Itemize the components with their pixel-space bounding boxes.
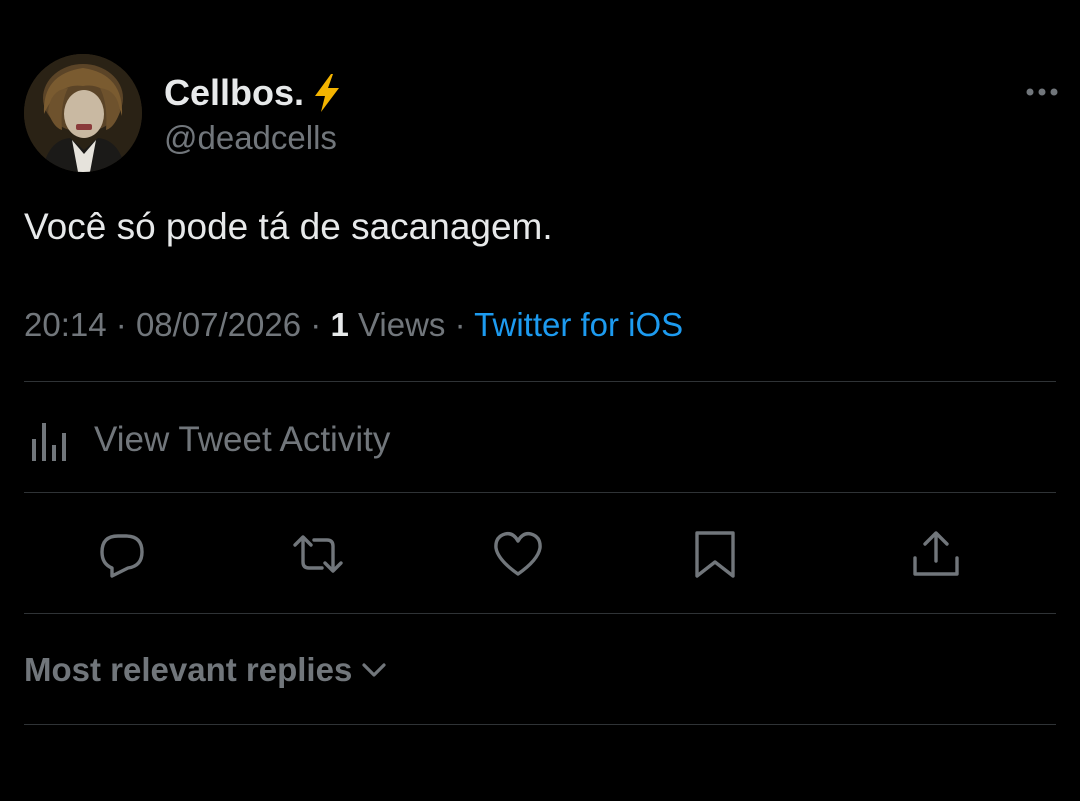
tweet-date: 08/07/2026 xyxy=(135,306,302,343)
more-options-button[interactable] xyxy=(1022,80,1062,104)
author-display-name[interactable]: Cellbos. xyxy=(164,72,344,114)
divider xyxy=(24,381,1056,382)
tweet-text: Você só pode tá de sacanagem. xyxy=(24,206,553,247)
tweet-meta: 20:14 · 08/07/2026 · 1 Views · Twitter f… xyxy=(24,306,683,344)
bookmark-icon xyxy=(695,531,735,578)
meta-separator: · xyxy=(310,306,331,343)
divider xyxy=(24,492,1056,493)
divider xyxy=(24,613,1056,614)
bookmark-button[interactable] xyxy=(689,528,741,580)
replies-sort-dropdown[interactable]: Most relevant replies xyxy=(24,648,388,692)
reply-icon xyxy=(100,534,144,578)
retweet-button[interactable] xyxy=(292,528,344,580)
more-icon xyxy=(1026,88,1058,96)
bar-chart-icon xyxy=(32,423,66,461)
tweet-source-link[interactable]: Twitter for iOS xyxy=(474,306,683,343)
chevron-down-icon xyxy=(362,663,386,677)
like-button[interactable] xyxy=(492,528,544,580)
view-tweet-activity-button[interactable]: View Tweet Activity xyxy=(24,412,390,468)
author-name-text: Cellbos. xyxy=(164,72,305,113)
divider xyxy=(24,724,1056,725)
tweet-detail: Cellbos. @deadcells Você só pode tá de s… xyxy=(0,0,1080,801)
tweet-time: 20:14 xyxy=(24,306,107,343)
reply-button[interactable] xyxy=(96,528,148,580)
views-label: Views xyxy=(357,306,446,343)
heart-icon xyxy=(494,531,542,576)
author-handle[interactable]: @deadcells xyxy=(164,119,337,157)
meta-separator: · xyxy=(115,306,136,343)
avatar[interactable] xyxy=(24,54,142,172)
share-icon xyxy=(913,531,959,576)
view-tweet-activity-label: View Tweet Activity xyxy=(94,420,391,459)
replies-sort-label: Most relevant replies xyxy=(24,651,353,688)
share-button[interactable] xyxy=(910,528,962,580)
avatar-image xyxy=(24,54,142,172)
meta-separator: · xyxy=(454,306,475,343)
views-count: 1 xyxy=(330,306,358,343)
retweet-icon xyxy=(293,535,343,573)
lightning-bolt-icon xyxy=(310,73,344,113)
